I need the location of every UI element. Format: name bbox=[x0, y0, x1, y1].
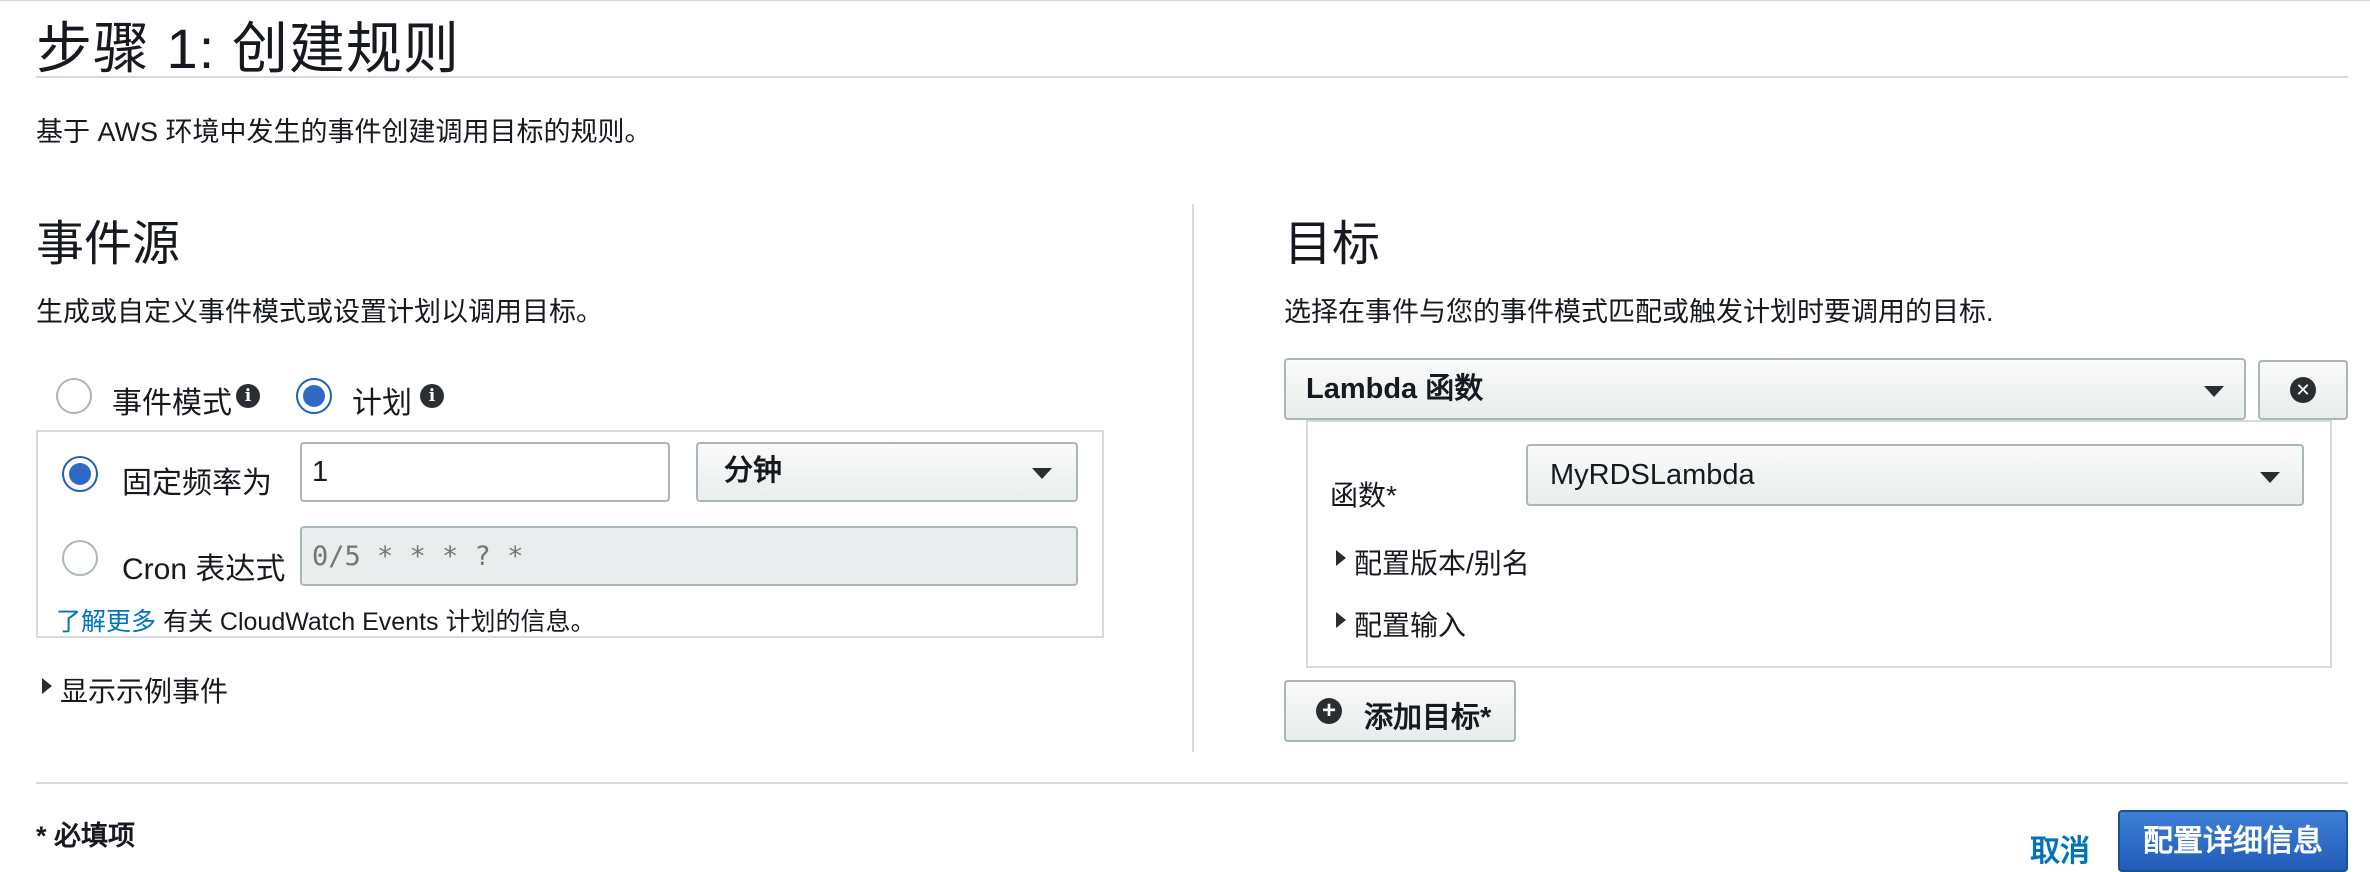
rate-unit-chevron-down-icon bbox=[1032, 468, 1052, 479]
expand-version-triangle-icon bbox=[1336, 550, 1346, 566]
targets-heading: 目标 bbox=[1284, 218, 1381, 271]
close-icon: ✕ bbox=[2290, 377, 2316, 403]
configure-input-toggle[interactable]: 配置输入 bbox=[1354, 604, 1466, 644]
page-description: 基于 AWS 环境中发生的事件创建调用目标的规则。 bbox=[36, 117, 652, 147]
function-value: MyRDSLambda bbox=[1550, 459, 1755, 491]
event-source-description: 生成或自定义事件模式或设置计划以调用目标。 bbox=[36, 297, 603, 327]
remove-target-button[interactable]: ✕ bbox=[2258, 360, 2348, 420]
cron-label[interactable]: Cron 表达式 bbox=[122, 544, 285, 588]
section-divider bbox=[1192, 204, 1194, 752]
page-title: 步骤 1: 创建规则 bbox=[36, 17, 460, 80]
cron-radio[interactable] bbox=[62, 540, 98, 576]
function-chevron-down-icon bbox=[2260, 472, 2280, 483]
add-target-button[interactable]: + 添加目标* bbox=[1284, 680, 1516, 742]
target-type-value: Lambda 函数 bbox=[1306, 373, 1484, 405]
function-select[interactable]: MyRDSLambda bbox=[1526, 444, 2304, 506]
required-note: * 必填项 bbox=[36, 821, 136, 851]
show-sample-events-toggle[interactable]: 显示示例事件 bbox=[60, 670, 228, 710]
plus-circle-icon: + bbox=[1316, 698, 1342, 724]
rate-unit-value: 分钟 bbox=[724, 455, 783, 487]
fixed-rate-label[interactable]: 固定频率为 bbox=[122, 458, 272, 502]
target-type-chevron-down-icon bbox=[2204, 386, 2224, 397]
top-border bbox=[0, 0, 2370, 1]
function-label: 函数* bbox=[1330, 480, 1397, 511]
expand-triangle-icon bbox=[42, 678, 52, 694]
schedule-radio[interactable] bbox=[296, 378, 332, 414]
target-type-select[interactable]: Lambda 函数 bbox=[1284, 358, 2246, 420]
event-pattern-radio[interactable] bbox=[56, 378, 92, 414]
configure-details-button[interactable]: 配置详细信息 bbox=[2118, 810, 2348, 872]
cron-expression-input[interactable] bbox=[300, 526, 1078, 586]
configure-version-toggle[interactable]: 配置版本/别名 bbox=[1354, 542, 1530, 582]
event-pattern-info-icon[interactable]: i bbox=[236, 384, 260, 408]
expand-input-triangle-icon bbox=[1336, 612, 1346, 628]
schedule-info-icon[interactable]: i bbox=[420, 384, 444, 408]
event-source-heading: 事件源 bbox=[36, 218, 181, 271]
fixed-rate-input[interactable] bbox=[300, 442, 670, 502]
event-pattern-label[interactable]: 事件模式 bbox=[112, 378, 232, 422]
add-target-label: 添加目标* bbox=[1364, 702, 1492, 734]
rate-unit-select[interactable]: 分钟 bbox=[696, 442, 1078, 502]
learn-more-link[interactable]: 了解更多 bbox=[56, 608, 156, 636]
learn-more-text: 有关 CloudWatch Events 计划的信息。 bbox=[162, 608, 596, 636]
learn-more-row: 了解更多 有关 CloudWatch Events 计划的信息。 bbox=[56, 602, 595, 638]
fixed-rate-radio[interactable] bbox=[62, 456, 98, 492]
targets-description: 选择在事件与您的事件模式匹配或触发计划时要调用的目标. bbox=[1284, 297, 1994, 327]
schedule-label[interactable]: 计划 bbox=[352, 378, 412, 422]
footer-divider bbox=[36, 782, 2348, 784]
title-divider bbox=[36, 76, 2348, 78]
cancel-button[interactable]: 取消 bbox=[2030, 826, 2090, 870]
